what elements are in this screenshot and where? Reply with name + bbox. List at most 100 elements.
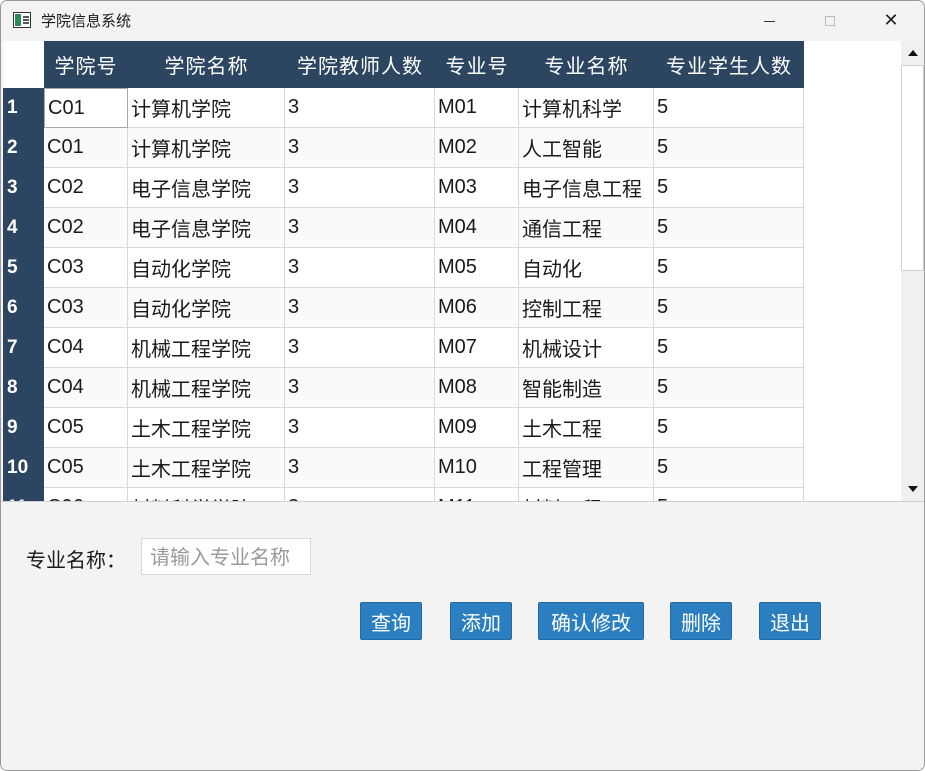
table-cell[interactable]: 控制工程 (519, 288, 654, 328)
table-cell[interactable]: 5 (654, 248, 804, 288)
table-cell[interactable]: 机械设计 (519, 328, 654, 368)
table-cell[interactable]: 5 (654, 208, 804, 248)
row-number[interactable]: 4 (3, 208, 44, 248)
row-number[interactable]: 10 (3, 448, 44, 488)
row-number[interactable]: 6 (3, 288, 44, 328)
scroll-thumb[interactable] (901, 65, 924, 271)
table-cell[interactable]: 5 (654, 168, 804, 208)
table-cell[interactable]: 5 (654, 488, 804, 501)
table-cell[interactable]: M05 (435, 248, 519, 288)
table-cell[interactable]: 工程管理 (519, 448, 654, 488)
table-cell[interactable]: C05 (44, 448, 128, 488)
table-cell[interactable]: 3 (285, 128, 435, 168)
table-cell[interactable]: 智能制造 (519, 368, 654, 408)
scroll-down-button[interactable] (901, 479, 924, 499)
table-cell[interactable]: 电子信息学院 (128, 168, 285, 208)
column-header[interactable]: 专业学生人数 (654, 41, 804, 88)
table-cell[interactable]: 3 (285, 408, 435, 448)
table-cell[interactable]: M09 (435, 408, 519, 448)
column-header[interactable]: 学院名称 (128, 41, 285, 88)
add-button[interactable]: 添加 (450, 602, 512, 640)
table-cell[interactable]: M08 (435, 368, 519, 408)
table-cell[interactable]: 土木工程学院 (128, 448, 285, 488)
table-cell[interactable]: C06 (44, 488, 128, 501)
table-cell[interactable]: 计算机学院 (128, 88, 285, 128)
table-cell[interactable]: 计算机科学 (519, 88, 654, 128)
table-cell[interactable]: 5 (654, 288, 804, 328)
major-name-input[interactable] (141, 538, 311, 575)
table-cell[interactable]: C01 (44, 128, 128, 168)
table-cell[interactable]: 机械工程学院 (128, 328, 285, 368)
table-cell[interactable]: C05 (44, 408, 128, 448)
column-header[interactable]: 学院教师人数 (285, 41, 435, 88)
table-cell[interactable]: 材料工程 (519, 488, 654, 501)
table-cell[interactable]: 3 (285, 168, 435, 208)
exit-button[interactable]: 退出 (759, 602, 821, 640)
table-cell[interactable]: M03 (435, 168, 519, 208)
table-cell[interactable]: M07 (435, 328, 519, 368)
table-cell[interactable]: 土木工程学院 (128, 408, 285, 448)
column-header[interactable]: 学院号 (44, 41, 128, 88)
row-number[interactable]: 5 (3, 248, 44, 288)
table-cell[interactable]: M11 (435, 488, 519, 501)
table-cell[interactable]: 5 (654, 448, 804, 488)
data-table[interactable]: 学院号 学院名称 学院教师人数 专业号 专业名称 专业学生人数 1 C01 计算机学院 3 M01… (3, 41, 901, 501)
table-cell[interactable]: M01 (435, 88, 519, 128)
table-cell[interactable]: 自动化学院 (128, 248, 285, 288)
table-cell[interactable]: 人工智能 (519, 128, 654, 168)
table-cell[interactable]: M02 (435, 128, 519, 168)
close-icon: ✕ (883, 10, 899, 31)
row-number[interactable]: 1 (3, 88, 44, 128)
table-cell[interactable]: M10 (435, 448, 519, 488)
vertical-scrollbar[interactable] (901, 41, 924, 501)
table-cell[interactable]: C04 (44, 328, 128, 368)
minimize-button[interactable] (746, 1, 792, 41)
query-button[interactable]: 查询 (360, 602, 422, 640)
column-header[interactable]: 专业名称 (519, 41, 654, 88)
table-cell[interactable]: 3 (285, 368, 435, 408)
table-cell[interactable]: 5 (654, 88, 804, 128)
table-cell[interactable]: 3 (285, 288, 435, 328)
table-cell[interactable]: 电子信息工程 (519, 168, 654, 208)
table-cell[interactable]: 材料科学学院 (128, 488, 285, 501)
close-button[interactable]: ✕ (868, 1, 914, 41)
window-title: 学院信息系统 (41, 12, 132, 30)
table-cell[interactable]: C02 (44, 168, 128, 208)
column-header[interactable]: 专业号 (435, 41, 519, 88)
table-cell[interactable]: 自动化学院 (128, 288, 285, 328)
maximize-button[interactable] (807, 1, 853, 41)
table-cell[interactable]: 自动化 (519, 248, 654, 288)
delete-button[interactable]: 删除 (670, 602, 732, 640)
row-number[interactable]: 7 (3, 328, 44, 368)
table-cell[interactable]: 3 (285, 488, 435, 501)
row-number[interactable]: 9 (3, 408, 44, 448)
table-cell[interactable]: C03 (44, 248, 128, 288)
table-cell[interactable]: 5 (654, 368, 804, 408)
row-number[interactable]: 8 (3, 368, 44, 408)
table-cell[interactable]: 5 (654, 408, 804, 448)
table-corner[interactable] (3, 41, 44, 88)
table-cell[interactable]: C01 (44, 88, 128, 128)
table-cell[interactable]: 3 (285, 328, 435, 368)
table-cell[interactable]: C04 (44, 368, 128, 408)
table-cell[interactable]: 土木工程 (519, 408, 654, 448)
table-cell[interactable]: M06 (435, 288, 519, 328)
scroll-up-button[interactable] (901, 43, 924, 63)
table-cell[interactable]: 电子信息学院 (128, 208, 285, 248)
row-number[interactable]: 11 (3, 488, 44, 501)
table-cell[interactable]: 3 (285, 208, 435, 248)
row-number[interactable]: 2 (3, 128, 44, 168)
table-cell[interactable]: 计算机学院 (128, 128, 285, 168)
confirm-edit-button[interactable]: 确认修改 (538, 602, 644, 640)
table-cell[interactable]: 5 (654, 128, 804, 168)
table-cell[interactable]: 3 (285, 448, 435, 488)
table-cell[interactable]: 机械工程学院 (128, 368, 285, 408)
table-cell[interactable]: 3 (285, 88, 435, 128)
table-cell[interactable]: C03 (44, 288, 128, 328)
table-cell[interactable]: 3 (285, 248, 435, 288)
table-cell[interactable]: 5 (654, 328, 804, 368)
table-cell[interactable]: 通信工程 (519, 208, 654, 248)
table-cell[interactable]: M04 (435, 208, 519, 248)
table-cell[interactable]: C02 (44, 208, 128, 248)
row-number[interactable]: 3 (3, 168, 44, 208)
